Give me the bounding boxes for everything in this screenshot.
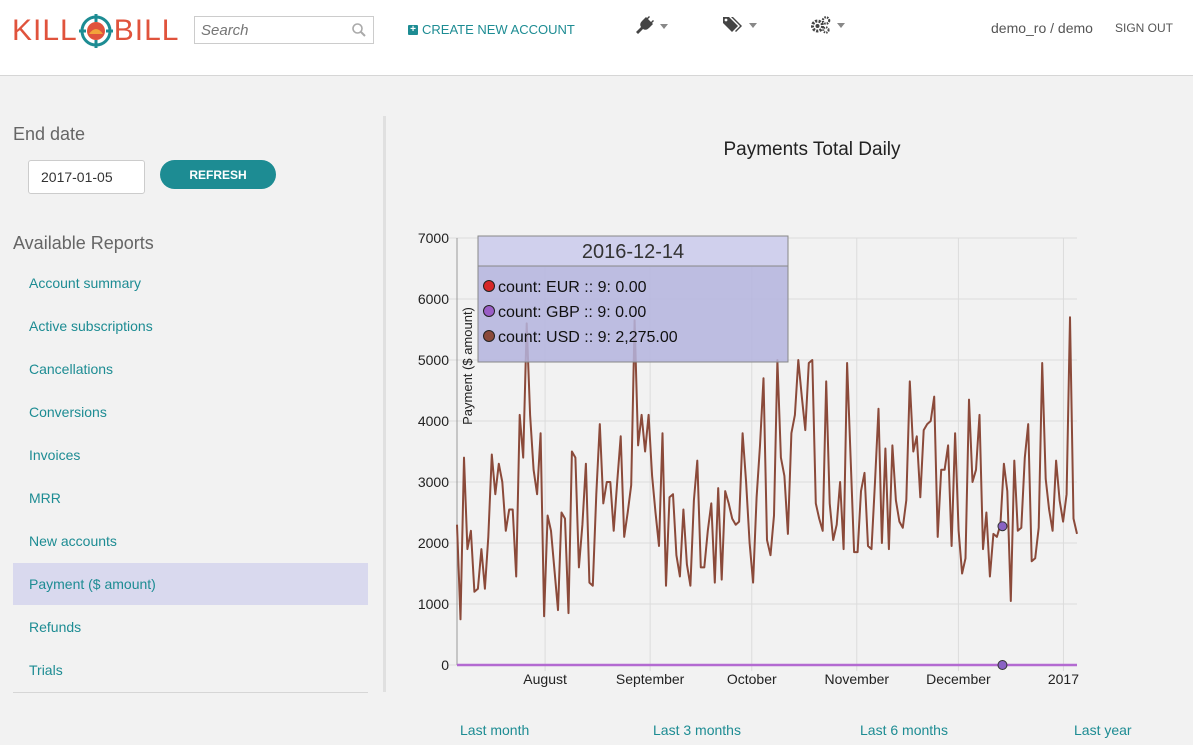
x-tick-label: August [523,671,567,687]
x-tick-label: 2017 [1048,671,1079,687]
x-tick-label: October [727,671,777,687]
y-tick-label: 1000 [418,596,449,612]
y-tick-label: 5000 [418,352,449,368]
y-tick-label: 4000 [418,413,449,429]
range-last-6-months[interactable]: Last 6 months [860,722,948,738]
y-tick-label: 6000 [418,291,449,307]
y-axis-label: Payment ($ amount) [460,307,475,425]
hover-point-gbp [997,660,1008,670]
tooltip-row: count: GBP :: 9: 0.00 [498,304,646,321]
x-tick-label: September [616,671,685,687]
y-tick-label: 2000 [418,535,449,551]
tooltip-row: count: EUR :: 9: 0.00 [498,279,647,296]
tooltip-swatch [483,305,495,317]
tooltip-row: count: USD :: 9: 2,275.00 [498,329,678,346]
x-tick-label: November [824,671,889,687]
range-last-year[interactable]: Last year [1074,722,1132,738]
tooltip-date: 2016-12-14 [582,241,684,263]
range-last-3-months[interactable]: Last 3 months [653,722,741,738]
y-tick-label: 7000 [418,230,449,246]
y-tick-label: 0 [441,657,449,673]
range-last-month[interactable]: Last month [460,722,529,738]
y-tick-label: 3000 [418,474,449,490]
payments-chart: 0 1000 2000 3000 4000 5000 6000 7000 August Septe… [418,230,1079,687]
tooltip-swatch [483,330,495,342]
tooltip-swatch [483,280,495,292]
hover-point-usd [997,521,1008,532]
x-tick-label: December [926,671,991,687]
